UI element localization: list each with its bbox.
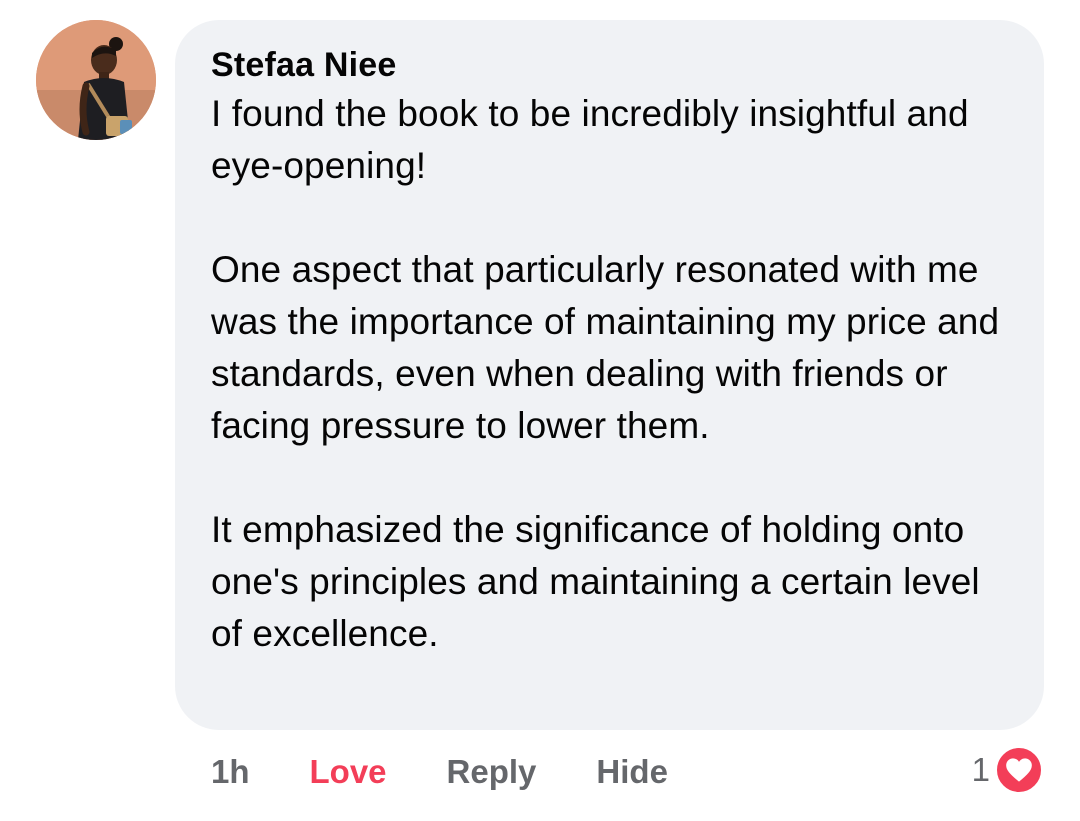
reaction-count: 1 — [971, 751, 990, 788]
heart-icon — [994, 745, 1044, 795]
author-name[interactable]: Stefaa Niee — [211, 42, 1014, 88]
reaction-summary[interactable]: 1 — [972, 744, 1044, 796]
comment: Stefaa Niee I found the book to be incre… — [0, 0, 1080, 821]
comment-bubble: Stefaa Niee I found the book to be incre… — [175, 20, 1044, 730]
comment-paragraph: I found the book to be incredibly insigh… — [211, 93, 969, 186]
comment-actions: 1h Love Reply Hide — [211, 748, 668, 796]
reply-button[interactable]: Reply — [447, 753, 537, 791]
hide-button[interactable]: Hide — [596, 753, 668, 791]
comment-paragraph: One aspect that particularly resonated w… — [211, 249, 1000, 446]
comment-paragraph: It emphasized the significance of holdin… — [211, 509, 980, 654]
avatar[interactable] — [36, 20, 156, 140]
love-button[interactable]: Love — [310, 753, 387, 791]
timestamp[interactable]: 1h — [211, 753, 250, 791]
comment-body: I found the book to be incredibly insigh… — [211, 88, 1014, 660]
